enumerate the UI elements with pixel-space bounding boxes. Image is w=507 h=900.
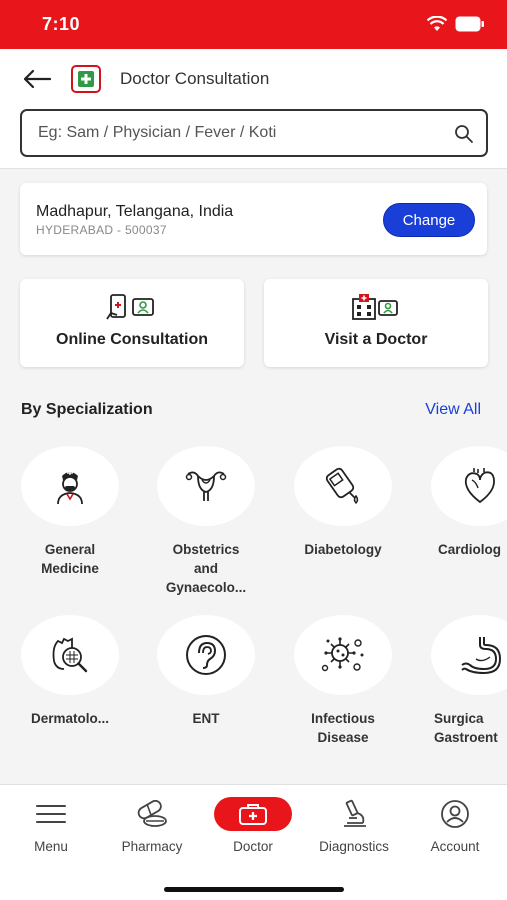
online-consultation-label: Online Consultation xyxy=(56,331,208,348)
search-icon[interactable] xyxy=(454,124,474,149)
nav-item-diagnostics[interactable]: Diagnostics xyxy=(304,797,404,854)
online-consultation-icon xyxy=(105,293,159,326)
account-icon xyxy=(405,797,505,831)
change-location-button[interactable]: Change xyxy=(383,203,475,237)
specialization-label: Diabetology xyxy=(304,542,382,557)
bottom-nav: Menu Pharmacy Doctor Diagnostics Account xyxy=(0,784,507,900)
specialization-label: Surgica Gastroent xyxy=(434,711,498,745)
nav-label: Menu xyxy=(34,839,68,854)
specialization-item[interactable]: General Medicine xyxy=(10,446,130,578)
online-consultation-card[interactable]: Online Consultation xyxy=(20,279,244,367)
microscope-icon xyxy=(304,797,404,831)
nav-item-account[interactable]: Account xyxy=(405,797,505,854)
pills-icon xyxy=(102,797,202,831)
app-logo-icon xyxy=(71,65,101,93)
specialization-item[interactable]: Surgica Gastroent xyxy=(420,615,507,747)
doctor-icon xyxy=(21,446,119,526)
specialization-item[interactable]: Diabetology xyxy=(283,446,403,559)
header: Doctor Consultation Eg: Sam / Physician … xyxy=(0,49,507,169)
specialization-label: Cardiolog xyxy=(438,542,501,557)
nav-item-doctor[interactable]: Doctor xyxy=(203,797,303,854)
search-input[interactable]: Eg: Sam / Physician / Fever / Koti xyxy=(20,109,488,157)
specialization-item[interactable]: Cardiolog xyxy=(420,446,507,559)
specialization-label: ENT xyxy=(192,711,220,726)
stomach-icon xyxy=(431,615,507,695)
location-name: Madhapur, Telangana, India xyxy=(36,203,234,220)
specialization-label: Infectious Disease xyxy=(311,711,375,745)
status-icons xyxy=(426,15,485,37)
nav-label: Doctor xyxy=(233,839,273,854)
search-placeholder: Eg: Sam / Physician / Fever / Koti xyxy=(38,124,277,141)
status-bar: 7:10 xyxy=(0,0,507,49)
specialization-item[interactable]: ENT xyxy=(146,615,266,728)
menu-icon xyxy=(1,797,101,831)
specialization-item[interactable]: Obstetrics and Gynaecolo... xyxy=(146,446,266,597)
page-title: Doctor Consultation xyxy=(120,69,270,88)
skin-magnifier-icon xyxy=(21,615,119,695)
specialization-item[interactable]: Dermatolo... xyxy=(10,615,130,728)
ear-icon xyxy=(157,615,255,695)
glucometer-icon xyxy=(294,446,392,526)
view-all-link[interactable]: View All xyxy=(425,401,481,419)
medical-kit-icon xyxy=(214,797,292,831)
location-card: Madhapur, Telangana, India HYDERABAD - 5… xyxy=(20,183,487,255)
heart-icon xyxy=(431,446,507,526)
hospital-visit-icon xyxy=(349,293,403,326)
virus-icon xyxy=(294,615,392,695)
home-indicator[interactable] xyxy=(164,887,344,892)
battery-icon xyxy=(455,16,485,37)
nav-item-pharmacy[interactable]: Pharmacy xyxy=(102,797,202,854)
specialization-label: Obstetrics and Gynaecolo... xyxy=(165,542,247,595)
nav-label: Pharmacy xyxy=(121,839,183,854)
status-time: 7:10 xyxy=(42,14,81,34)
back-arrow-icon[interactable] xyxy=(22,65,54,93)
uterus-icon xyxy=(157,446,255,526)
specialization-label: Dermatolo... xyxy=(30,711,109,726)
section-title: By Specialization xyxy=(21,401,153,418)
specialization-item[interactable]: Infectious Disease xyxy=(283,615,403,747)
nav-label: Diagnostics xyxy=(319,839,389,854)
location-pincode: HYDERABAD - 500037 xyxy=(36,223,167,237)
visit-doctor-label: Visit a Doctor xyxy=(324,331,428,348)
visit-doctor-card[interactable]: Visit a Doctor xyxy=(264,279,488,367)
wifi-icon xyxy=(426,15,448,37)
specialization-label: General Medicine xyxy=(41,542,99,576)
nav-label: Account xyxy=(430,839,480,854)
nav-item-menu[interactable]: Menu xyxy=(1,797,101,854)
